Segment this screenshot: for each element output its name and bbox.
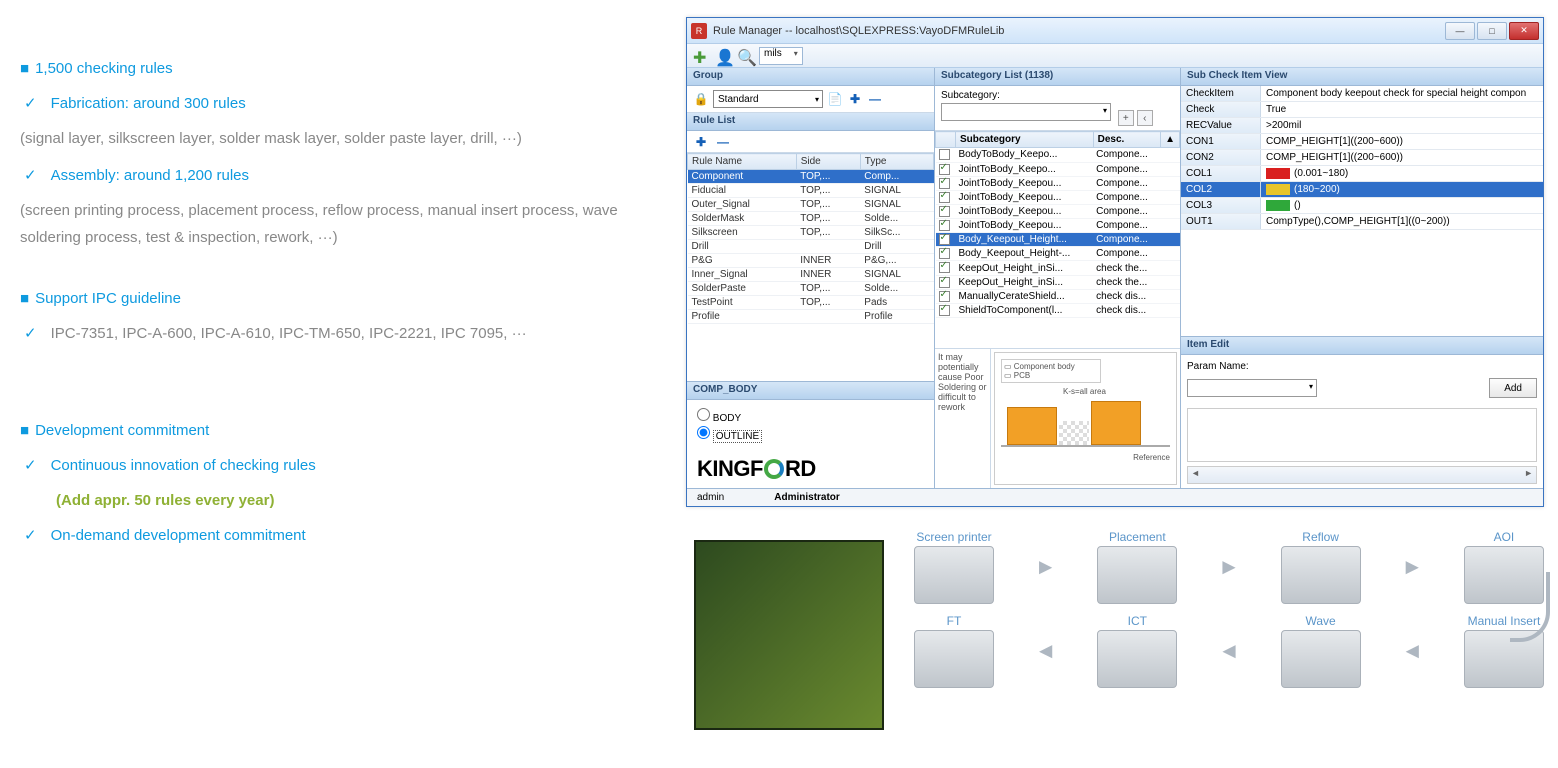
- check-kv-table[interactable]: CheckItemComponent body keepout check fo…: [1181, 86, 1543, 230]
- subcat-add-button[interactable]: +: [1118, 110, 1134, 126]
- table-row[interactable]: DrillDrill: [688, 240, 934, 254]
- table-row[interactable]: SolderMaskTOP,...Solde...: [688, 212, 934, 226]
- rule-manager-window: R Rule Manager -- localhost\SQLEXPRESS:V…: [686, 17, 1544, 507]
- status-user: admin: [697, 492, 724, 503]
- flow-stage: Screen printer: [914, 530, 994, 604]
- remove-group-button[interactable]: —: [867, 92, 883, 106]
- add-param-button[interactable]: Add: [1489, 378, 1537, 398]
- unit-select[interactable]: mils: [759, 47, 803, 65]
- user-icon[interactable]: 👤: [715, 48, 731, 64]
- arrow-icon: ◄: [1401, 638, 1423, 664]
- kv-row[interactable]: OUT1CompType(),COMP_HEIGHT[1]((0~200)): [1181, 214, 1543, 230]
- potential-text: It may potentially cause Poor Soldering …: [935, 349, 991, 488]
- kingford-logo: KINGFRD: [687, 450, 934, 488]
- kv-row[interactable]: COL1(0.001~180): [1181, 166, 1543, 182]
- table-row[interactable]: ShieldToComponent(l...check dis...: [936, 303, 1180, 317]
- kv-row[interactable]: RECValue>200mil: [1181, 118, 1543, 134]
- table-row[interactable]: KeepOut_Height_inSi...check the...: [936, 275, 1180, 289]
- table-row[interactable]: Body_Keepout_Height-...Compone...: [936, 247, 1180, 261]
- close-button[interactable]: ✕: [1509, 22, 1539, 40]
- rule-table[interactable]: Rule Name Side Type ComponentTOP,...Comp…: [687, 153, 934, 381]
- status-bar: admin Administrator: [687, 488, 1543, 506]
- table-row[interactable]: KeepOut_Height_inSi...check the...: [936, 261, 1180, 275]
- radio-outline[interactable]: OUTLINE: [697, 426, 924, 442]
- main-toolbar: ✚ 👤 🔍 mils: [687, 44, 1543, 68]
- kv-row[interactable]: COL2(180~200): [1181, 182, 1543, 198]
- arrow-icon: ◄: [1035, 638, 1057, 664]
- param-name-label: Param Name:: [1187, 361, 1249, 372]
- table-row[interactable]: JointToBody_Keepou...Compone...: [936, 190, 1180, 204]
- subcat-label: Subcategory:: [941, 90, 1174, 101]
- flow-stage: Placement: [1097, 530, 1177, 604]
- group-header: Group: [687, 68, 934, 86]
- flow-stage: Wave: [1281, 614, 1361, 688]
- group-select[interactable]: Standard: [713, 90, 823, 108]
- table-row[interactable]: TestPointTOP,...Pads: [688, 296, 934, 310]
- arrow-icon: ►: [1218, 554, 1240, 580]
- table-row[interactable]: JointToBody_Keepou...Compone...: [936, 204, 1180, 218]
- copy-icon[interactable]: 📄: [827, 92, 843, 106]
- remove-rule-button[interactable]: —: [715, 135, 731, 149]
- table-row[interactable]: JointToBody_Keepou...Compone...: [936, 176, 1180, 190]
- window-title: Rule Manager -- localhost\SQLEXPRESS:Vay…: [713, 25, 1004, 37]
- titlebar[interactable]: R Rule Manager -- localhost\SQLEXPRESS:V…: [687, 18, 1543, 44]
- marketing-text: ■1,500 checking rules ✓Fabrication: arou…: [20, 55, 660, 557]
- flow-stage: FT: [914, 614, 994, 688]
- table-row[interactable]: BodyToBody_Keepo...Compone...: [936, 148, 1180, 162]
- table-row[interactable]: P&GINNERP&G,...: [688, 254, 934, 268]
- add-group-button[interactable]: ✚: [847, 92, 863, 106]
- diagram-preview: ▭ Component body ▭ PCB K-s=all area Refe…: [994, 352, 1177, 485]
- table-row[interactable]: ProfileProfile: [688, 310, 934, 324]
- table-row[interactable]: JointToBody_Keepou...Compone...: [936, 219, 1180, 233]
- arrow-icon: ◄: [1218, 638, 1240, 664]
- kv-row[interactable]: COL3(): [1181, 198, 1543, 214]
- horizontal-scrollbar[interactable]: [1187, 466, 1537, 484]
- flow-curved-arrow: [1510, 572, 1550, 642]
- process-images: Screen printer►Placement►Reflow►AOI FT◄I…: [694, 530, 1544, 750]
- subcat-header: Subcategory List (1138): [935, 68, 1180, 86]
- kv-row[interactable]: CheckTrue: [1181, 102, 1543, 118]
- search-icon[interactable]: 🔍: [737, 48, 753, 64]
- kv-row[interactable]: CON1COMP_HEIGHT[1]((200~600)): [1181, 134, 1543, 150]
- table-row[interactable]: Inner_SignalINNERSIGNAL: [688, 268, 934, 282]
- add-rule-button[interactable]: ✚: [693, 135, 709, 149]
- app-icon: R: [691, 23, 707, 39]
- table-row[interactable]: JointToBody_Keepo...Compone...: [936, 162, 1180, 176]
- table-row[interactable]: ComponentTOP,...Comp...: [688, 170, 934, 184]
- arrow-icon: ►: [1401, 554, 1423, 580]
- table-row[interactable]: Outer_SignalTOP,...SIGNAL: [688, 198, 934, 212]
- table-row[interactable]: ManuallyCerateShield...check dis...: [936, 289, 1180, 303]
- arrow-icon: ►: [1035, 554, 1057, 580]
- lock-icon: 🔒: [693, 92, 709, 106]
- flow-stage: Reflow: [1281, 530, 1361, 604]
- rulelist-header: Rule List: [687, 113, 934, 131]
- item-edit-header: Item Edit: [1181, 337, 1543, 355]
- compbody-header: COMP_BODY: [687, 382, 934, 400]
- maximize-button[interactable]: □: [1477, 22, 1507, 40]
- param-name-select[interactable]: [1187, 379, 1317, 397]
- kv-row[interactable]: CON2COMP_HEIGHT[1]((200~600)): [1181, 150, 1543, 166]
- radio-body[interactable]: BODY: [697, 408, 924, 424]
- table-row[interactable]: SilkscreenTOP,...SilkSc...: [688, 226, 934, 240]
- add-icon[interactable]: ✚: [693, 48, 709, 64]
- subcat-more-button[interactable]: ‹: [1137, 110, 1153, 126]
- table-row[interactable]: SolderPasteTOP,...Solde...: [688, 282, 934, 296]
- check-header: Sub Check Item View: [1181, 68, 1543, 86]
- subcat-table[interactable]: Subcategory Desc. ▲ BodyToBody_Keepo...C…: [935, 131, 1180, 348]
- flow-stage: ICT: [1097, 614, 1177, 688]
- status-role: Administrator: [774, 492, 840, 503]
- minimize-button[interactable]: —: [1445, 22, 1475, 40]
- table-row[interactable]: FiducialTOP,...SIGNAL: [688, 184, 934, 198]
- subcat-select[interactable]: [941, 103, 1111, 121]
- pcb-3d-image: [694, 540, 884, 730]
- param-list-box[interactable]: [1187, 408, 1537, 462]
- table-row[interactable]: Body_Keepout_Height...Compone...: [936, 233, 1180, 247]
- kv-row[interactable]: CheckItemComponent body keepout check fo…: [1181, 86, 1543, 102]
